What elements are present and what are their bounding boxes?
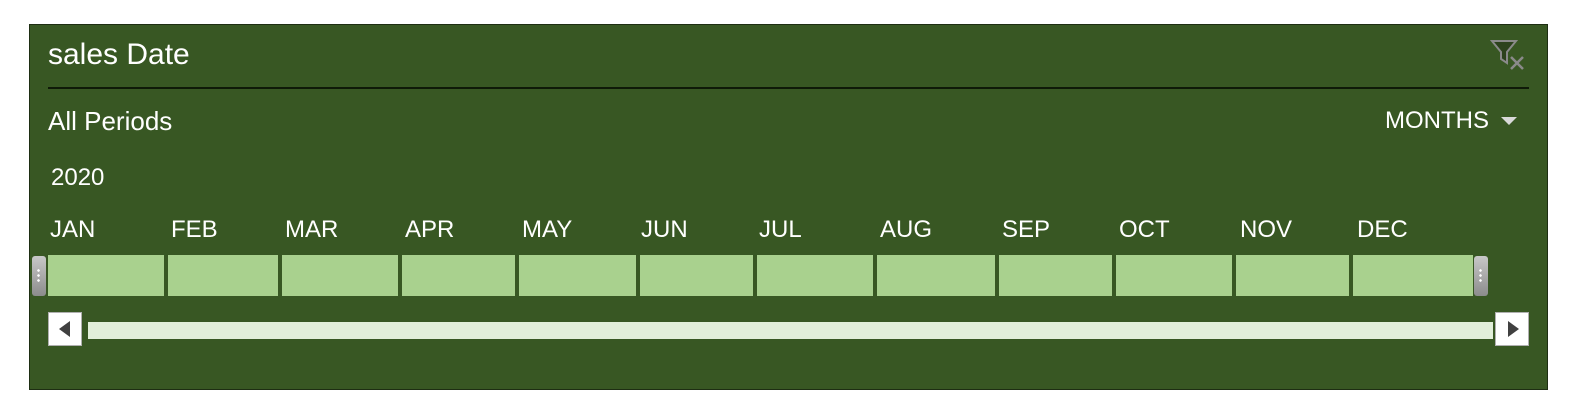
grip-icon bbox=[1479, 268, 1482, 284]
month-bar-sep[interactable] bbox=[999, 255, 1112, 296]
month-label-aug: AUG bbox=[880, 216, 933, 243]
header-divider bbox=[48, 87, 1529, 89]
month-bar-nov[interactable] bbox=[1236, 255, 1349, 296]
timeline-slicer: sales Date All Periods MONTHS 2020 JAN F… bbox=[29, 24, 1548, 390]
year-label: 2020 bbox=[51, 164, 105, 191]
month-label-jan: JAN bbox=[50, 216, 96, 243]
month-label-oct: OCT bbox=[1119, 216, 1170, 243]
month-bar-feb[interactable] bbox=[168, 255, 278, 296]
month-label-jun: JUN bbox=[641, 216, 688, 243]
scroll-left-button[interactable] bbox=[48, 312, 82, 346]
timeline-title: sales Date bbox=[48, 38, 190, 71]
month-label-apr: APR bbox=[405, 216, 455, 243]
month-bar-oct[interactable] bbox=[1116, 255, 1232, 296]
clear-filter-icon bbox=[1489, 40, 1524, 70]
scroll-right-button[interactable] bbox=[1495, 312, 1529, 346]
caret-down-icon bbox=[1501, 117, 1517, 125]
month-bars bbox=[48, 255, 1473, 296]
horizontal-scrollbar[interactable] bbox=[88, 322, 1493, 339]
scroll-right-arrow-icon bbox=[1508, 321, 1519, 337]
grip-icon bbox=[37, 268, 40, 284]
time-level-label: MONTHS bbox=[1385, 107, 1489, 134]
clear-filter-button[interactable] bbox=[1489, 35, 1529, 75]
month-label-sep: SEP bbox=[1002, 216, 1051, 243]
month-bar-jun[interactable] bbox=[640, 255, 753, 296]
month-label-jul: JUL bbox=[759, 216, 802, 243]
month-bar-jul[interactable] bbox=[757, 255, 873, 296]
scroll-left-arrow-icon bbox=[59, 321, 70, 337]
month-bar-aug[interactable] bbox=[877, 255, 995, 296]
month-label-may: MAY bbox=[522, 216, 573, 243]
month-bar-dec[interactable] bbox=[1353, 255, 1473, 296]
range-start-handle[interactable] bbox=[32, 256, 46, 296]
month-label-dec: DEC bbox=[1357, 216, 1408, 243]
month-bar-jan[interactable] bbox=[48, 255, 164, 296]
time-level-dropdown[interactable]: MONTHS bbox=[1385, 105, 1517, 137]
month-label-feb: FEB bbox=[171, 216, 218, 243]
month-bar-may[interactable] bbox=[519, 255, 636, 296]
month-bar-apr[interactable] bbox=[402, 255, 515, 296]
month-bar-mar[interactable] bbox=[282, 255, 398, 296]
range-end-handle[interactable] bbox=[1474, 256, 1488, 296]
month-label-mar: MAR bbox=[285, 216, 339, 243]
month-label-nov: NOV bbox=[1240, 216, 1293, 243]
selection-label: All Periods bbox=[48, 106, 173, 136]
